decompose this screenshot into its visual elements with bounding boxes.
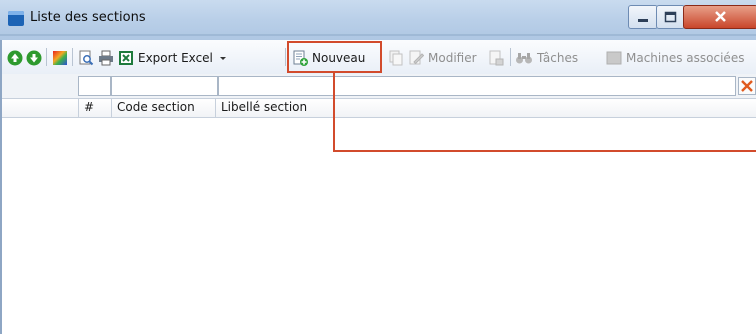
binoculars-icon (516, 53, 532, 64)
close-icon (715, 11, 726, 22)
print-button[interactable] (98, 47, 114, 69)
maximize-icon (664, 11, 677, 23)
callout-line-vertical (333, 73, 335, 152)
column-divider (78, 99, 79, 117)
excel-icon (119, 51, 133, 65)
modifier-button[interactable]: Modifier (408, 47, 477, 69)
arrow-down-icon (26, 50, 42, 66)
title-divider (0, 34, 756, 36)
printer-icon (99, 50, 113, 66)
column-divider (111, 99, 112, 117)
column-header-code-section[interactable]: Code section (113, 100, 217, 116)
close-button[interactable] (683, 5, 756, 29)
clear-filter-icon (738, 77, 756, 95)
copy-icon (389, 50, 403, 66)
taches-button[interactable]: Tâches (515, 47, 578, 69)
modifier-label: Modifier (428, 51, 477, 65)
color-button[interactable] (52, 47, 68, 69)
clear-filter-button[interactable] (738, 77, 756, 95)
copy-button[interactable] (388, 47, 404, 69)
print-preview-button[interactable] (78, 47, 94, 69)
machines-button[interactable]: Machines associées (606, 47, 744, 69)
toolbar-separator (72, 48, 73, 66)
window-left-border (0, 40, 2, 334)
filter-code-section-field[interactable] (111, 76, 218, 96)
export-excel-button[interactable]: Export Excel (118, 47, 229, 69)
arrow-up-icon (7, 50, 23, 66)
callout-line-horizontal (333, 150, 756, 152)
toolbar-separator (46, 48, 47, 66)
machines-label: Machines associées (626, 51, 745, 65)
delete-button[interactable] (488, 47, 504, 69)
filter-libelle-section-field[interactable] (218, 76, 736, 96)
dropdown-arrow-icon (219, 57, 226, 60)
column-header-libelle-section[interactable]: Libellé section (217, 100, 517, 116)
minimize-button[interactable] (628, 5, 658, 29)
filter-index-field[interactable] (78, 76, 111, 96)
move-down-button[interactable] (26, 47, 42, 69)
minimize-icon (638, 19, 648, 22)
column-divider (215, 99, 216, 117)
toolbar-separator (510, 48, 511, 66)
edit-icon (409, 50, 424, 65)
window-title: Liste des sections (30, 10, 146, 25)
export-excel-label: Export Excel (138, 51, 213, 65)
color-palette-icon (53, 51, 67, 65)
taches-label: Tâches (537, 51, 579, 65)
column-header-index[interactable]: # (80, 100, 110, 116)
nouveau-highlight (287, 41, 382, 73)
toolbar-separator (285, 48, 286, 66)
move-up-button[interactable] (7, 47, 23, 69)
machine-icon (606, 51, 622, 65)
maximize-button[interactable] (656, 5, 685, 29)
print-preview-icon (79, 50, 94, 66)
window: Liste des sections Export Excel Nouveau … (0, 0, 756, 334)
delete-icon (489, 50, 504, 66)
app-icon (8, 11, 24, 26)
